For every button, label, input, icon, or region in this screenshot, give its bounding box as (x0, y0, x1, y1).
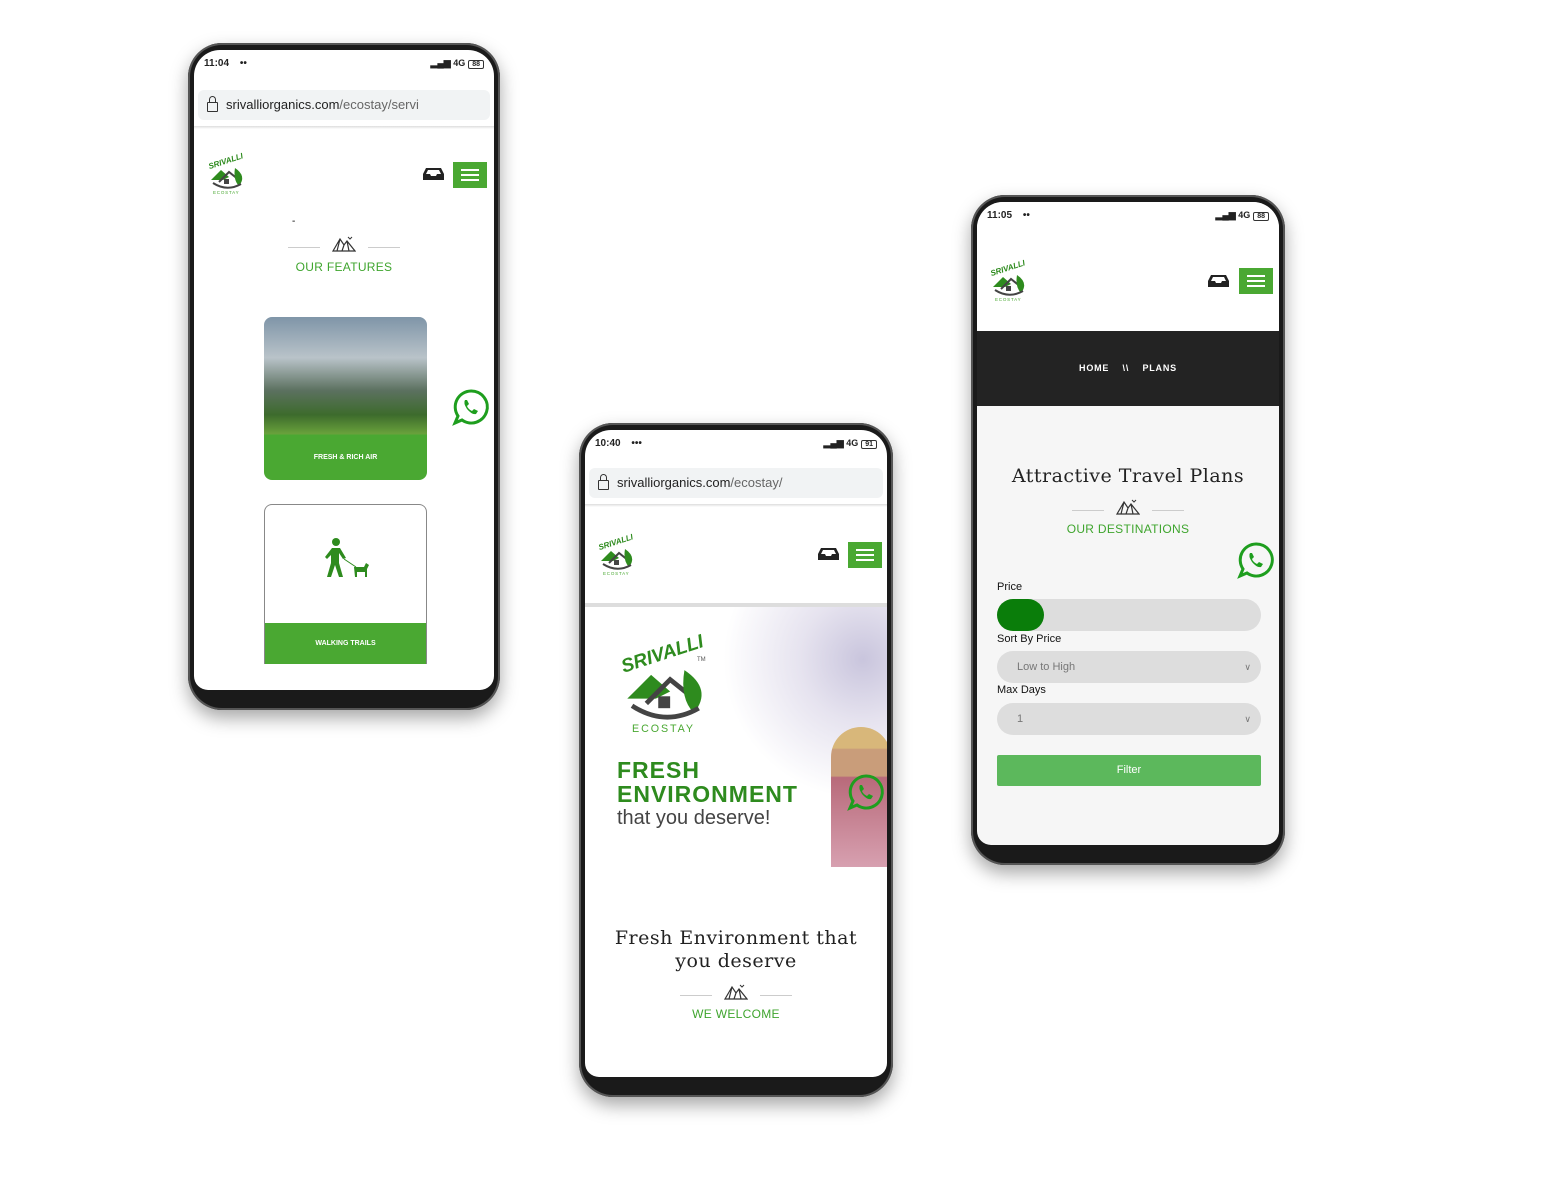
status-dots: •• (1022, 210, 1030, 221)
price-label: Price (997, 581, 1023, 593)
section-title: Attractive Travel Plans (1011, 465, 1245, 487)
srivalli-logo[interactable] (595, 531, 637, 577)
trademark: TM (697, 657, 706, 663)
signal-icon: ▂▄▆ (1215, 210, 1239, 220)
max-days-label: Max Days (997, 684, 1046, 696)
sort-value: Low to High (1017, 661, 1076, 673)
section-divider (585, 984, 887, 1005)
hamburger-menu-button[interactable] (1239, 268, 1273, 294)
status-time: 11:04 (204, 58, 230, 69)
price-slider[interactable] (997, 599, 1261, 631)
status-time: 11:05 (987, 210, 1013, 221)
status-bar: 10:40 ••• ▂▄▆ 4G 91 (595, 438, 877, 452)
whatsapp-icon[interactable] (1237, 541, 1275, 579)
stray-text: - (292, 216, 296, 227)
url-path: /ecostay/ (730, 475, 783, 490)
breadcrumb-current: PLANS (1142, 363, 1177, 373)
sort-label: Sort By Price (997, 633, 1062, 645)
section-kicker: OUR FEATURES (295, 260, 393, 274)
address-bar[interactable]: srivalliorganics.com/ecostay/ (589, 468, 883, 498)
section-divider (194, 236, 494, 257)
hero-line-1: FRESH (617, 757, 700, 783)
hero-line-2: ENVIRONMENT (617, 781, 798, 807)
breadcrumb-home[interactable]: HOME (1079, 363, 1109, 373)
url-domain: srivalliorganics.com (617, 475, 731, 490)
max-days-value: 1 (1017, 713, 1024, 725)
card-label: FRESH & RICH AIR (313, 454, 378, 461)
breadcrumb-separator: \\ (1122, 363, 1130, 373)
hero-banner: TM FRESH ENVIRONMENT that you deserve! (585, 607, 887, 869)
hero-line-3: that you deserve! (617, 807, 771, 829)
breadcrumb: HOME \\ PLANS (977, 331, 1279, 406)
status-dots: ••• (631, 438, 642, 449)
lock-icon (598, 474, 609, 490)
phone-left: 11:04 •• ▂▄▆ 4G 88 srivalliorganics.com/e… (188, 43, 500, 710)
hero-logo (613, 617, 713, 747)
battery-icon: 91 (861, 440, 877, 449)
lock-icon (207, 96, 218, 112)
phone-left-screen: 11:04 •• ▂▄▆ 4G 88 srivalliorganics.com/e… (194, 50, 494, 690)
srivalli-logo[interactable] (205, 150, 247, 196)
chevron-down-icon: ∨ (1244, 662, 1251, 672)
status-bar: 11:05 •• ▂▄▆ 4G 88 (987, 210, 1269, 224)
whatsapp-icon[interactable] (847, 773, 885, 811)
phone-right: 11:05 •• ▂▄▆ 4G 88 HOME \\ PLANS Attracti… (971, 195, 1285, 865)
mountain-icon (332, 236, 356, 252)
mountain-icon (724, 984, 748, 1000)
section-kicker: WE WELCOME (692, 1007, 780, 1021)
inbox-icon[interactable] (423, 167, 444, 181)
whatsapp-icon[interactable] (452, 388, 490, 426)
sort-select[interactable]: Low to High ∨ (997, 651, 1261, 683)
status-bar: 11:04 •• ▂▄▆ 4G 88 (204, 58, 484, 72)
price-slider-thumb[interactable] (997, 599, 1044, 631)
battery-icon: 88 (468, 60, 484, 69)
section-divider (977, 499, 1279, 520)
inbox-icon[interactable] (1208, 274, 1229, 288)
max-days-select[interactable]: 1 ∨ (997, 703, 1261, 735)
network-type: 4G (453, 58, 466, 68)
url-domain: srivalliorganics.com (226, 97, 340, 112)
signal-icon: ▂▄▆ (823, 438, 847, 448)
inbox-icon[interactable] (818, 547, 839, 561)
hamburger-menu-button[interactable] (848, 542, 882, 568)
phone-right-screen: 11:05 •• ▂▄▆ 4G 88 HOME \\ PLANS Attracti… (977, 202, 1279, 845)
hamburger-menu-button[interactable] (453, 162, 487, 188)
feature-card-fresh-air[interactable]: FRESH & RICH AIR (264, 317, 427, 480)
card-label: WALKING TRAILS (265, 623, 426, 664)
signal-icon: ▂▄▆ (430, 58, 454, 68)
mountain-icon (1116, 499, 1140, 515)
divider (194, 126, 494, 129)
status-time: 10:40 (595, 438, 621, 449)
network-type: 4G (1238, 210, 1251, 220)
phone-middle-screen: 10:40 ••• ▂▄▆ 4G 91 srivalliorganics.com/… (585, 430, 887, 1077)
battery-icon: 88 (1253, 212, 1269, 221)
srivalli-logo[interactable] (987, 257, 1029, 303)
network-type: 4G (846, 438, 859, 448)
person-walking-dog-icon (325, 538, 369, 577)
url-path: /ecostay/servi (339, 97, 419, 112)
address-bar[interactable]: srivalliorganics.com/ecostay/servi (198, 90, 490, 120)
section-title: Fresh Environment that you deserve (614, 927, 858, 972)
divider (585, 504, 887, 507)
filter-button[interactable]: Filter (997, 755, 1261, 786)
chevron-down-icon: ∨ (1244, 714, 1251, 724)
phone-middle: 10:40 ••• ▂▄▆ 4G 91 srivalliorganics.com/… (579, 423, 893, 1097)
feature-card-walking-trails[interactable]: WALKING TRAILS (264, 504, 427, 664)
status-dots: •• (239, 58, 247, 69)
section-kicker: OUR DESTINATIONS (1066, 522, 1190, 536)
